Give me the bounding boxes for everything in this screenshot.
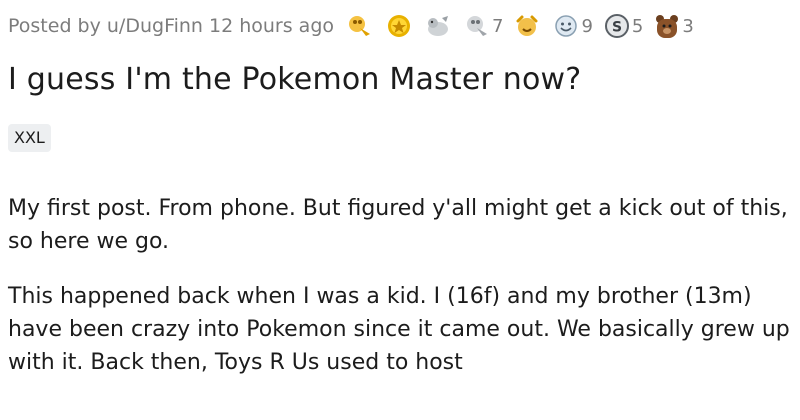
body-paragraph: This happened back when I was a kid. I (…	[8, 284, 790, 375]
post-byline[interactable]: Posted by u/DugFinn 12 hours ago	[8, 15, 334, 37]
body-paragraph: My first post. From phone. But figured y…	[8, 196, 788, 254]
take-my-energy-award-icon	[516, 15, 538, 36]
post-flair[interactable]: XXL	[8, 124, 51, 152]
wholesome-seal-award-icon	[428, 16, 449, 36]
award-count: 5	[631, 15, 644, 37]
bear-award-icon	[656, 15, 679, 38]
post-title[interactable]: I guess I'm the Pokemon Master now?	[8, 62, 581, 97]
award-item[interactable]	[424, 12, 453, 40]
award-item[interactable]	[346, 12, 375, 40]
award-item[interactable]: 9	[552, 12, 593, 40]
post-body: My first post. From phone. But figured y…	[8, 192, 794, 401]
gold-award-icon	[388, 15, 411, 37]
award-count: 7	[492, 15, 504, 37]
wholesome-award-icon	[555, 15, 578, 37]
award-item[interactable]: 7	[463, 12, 503, 40]
award-item[interactable]	[513, 12, 542, 40]
helpful-award-icon	[467, 16, 488, 36]
svg-text:S: S	[612, 20, 622, 36]
helpful-award-icon	[349, 16, 371, 36]
coin-award-icon: S	[604, 14, 629, 38]
award-count: 3	[682, 15, 694, 37]
post-meta-row: Posted by u/DugFinn 12 hours ago 7 9 S 5…	[8, 8, 704, 44]
award-count: 9	[581, 15, 593, 37]
award-item[interactable]: 3	[653, 12, 694, 40]
award-item[interactable]: S 5	[603, 12, 643, 40]
award-item[interactable]	[385, 12, 414, 40]
awards-bar[interactable]: 7 9 S 5 3	[346, 12, 704, 40]
